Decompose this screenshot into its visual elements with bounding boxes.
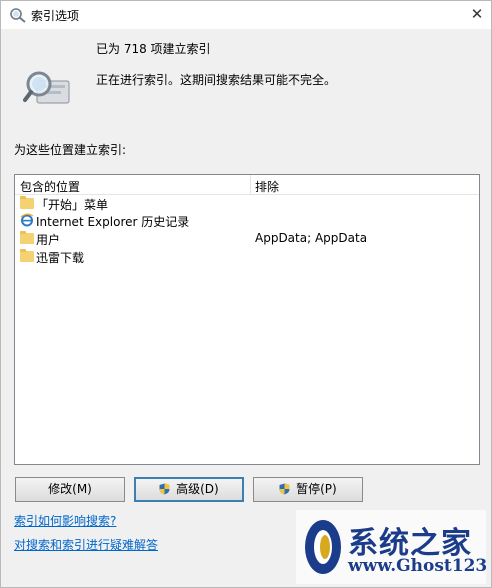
advanced-button-label: 高级(D) <box>176 482 219 496</box>
ie-icon <box>20 213 34 227</box>
indexing-options-window: 索引选项 ✕ 已为 718 项建立索引 正在进行索引。这期间搜索结果可能不完全。… <box>0 0 492 588</box>
location-name: 「开始」菜单 <box>36 198 109 212</box>
indexing-status-icon <box>23 71 70 104</box>
location-name: Internet Explorer 历史记录 <box>36 215 190 229</box>
title-bar[interactable]: 索引选项 ✕ <box>1 1 491 29</box>
modify-button[interactable]: 修改(M) <box>15 477 125 502</box>
pause-button-label: 暂停(P) <box>296 482 337 496</box>
close-button[interactable]: ✕ <box>463 1 491 29</box>
list-item[interactable]: 用户 AppData; AppData <box>15 230 479 248</box>
index-affects-search-link[interactable]: 索引如何影响搜索? <box>14 512 116 529</box>
column-header-included[interactable]: 包含的位置 <box>20 178 80 195</box>
watermark-logo-icon <box>305 520 341 574</box>
watermark-url: www.Ghost123.com <box>348 556 486 576</box>
indexing-options-icon <box>10 8 26 23</box>
list-item[interactable]: Internet Explorer 历史记录 <box>15 212 479 230</box>
folder-icon <box>20 231 34 245</box>
uac-shield-icon <box>279 483 290 495</box>
excluded-value: AppData; AppData <box>255 231 368 245</box>
column-divider[interactable] <box>250 175 251 194</box>
column-header-excluded[interactable]: 排除 <box>255 178 279 195</box>
locations-label: 为这些位置建立索引: <box>14 143 127 157</box>
indexing-progress-text: 正在进行索引。这期间搜索结果可能不完全。 <box>96 73 337 87</box>
list-header: 包含的位置 排除 <box>15 175 479 195</box>
troubleshoot-link[interactable]: 对搜索和索引进行疑难解答 <box>14 536 158 553</box>
list-item[interactable]: 迅雷下载 <box>15 248 479 266</box>
site-watermark: 系统之家 www.Ghost123.com <box>296 510 486 584</box>
modify-button-label: 修改(M) <box>48 482 92 496</box>
close-icon: ✕ <box>470 5 484 23</box>
location-name: 迅雷下载 <box>36 251 85 265</box>
location-name: 用户 <box>36 233 61 247</box>
folder-icon <box>20 249 34 263</box>
pause-button[interactable]: 暂停(P) <box>253 477 363 502</box>
uac-shield-icon <box>159 483 170 495</box>
locations-list[interactable]: 包含的位置 排除 「开始」菜单 Internet Explorer 历史记录 用… <box>14 174 480 465</box>
folder-icon <box>20 196 34 210</box>
window-title: 索引选项 <box>31 9 80 23</box>
indexed-count-text: 已为 718 项建立索引 <box>96 42 211 56</box>
advanced-button[interactable]: 高级(D) <box>134 477 244 502</box>
list-item[interactable]: 「开始」菜单 <box>15 195 479 213</box>
